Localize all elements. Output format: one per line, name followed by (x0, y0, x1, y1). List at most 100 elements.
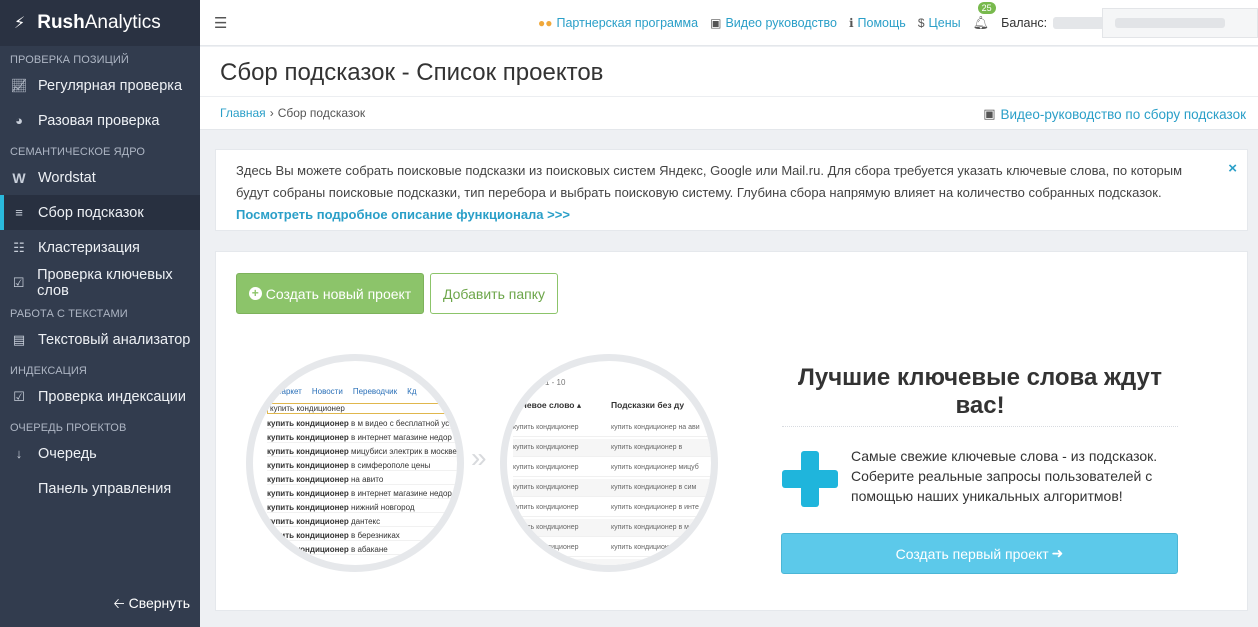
info-icon: ℹ (848, 16, 854, 30)
suggest-item: купить кондиционер нижний новгород (267, 503, 457, 513)
create-first-project-label: Создать первый проект (895, 545, 1049, 562)
table-cell: купить кондиционер в инте (611, 504, 699, 511)
result-table: 1 - 10 ючевое слово ▴ Подсказки без ду купи… (507, 361, 711, 565)
table-header: Подсказки без ду (611, 400, 685, 410)
suggest-prefix: купить кондиционер (267, 503, 349, 512)
brand-logo[interactable]: ⚡︎ Rush Analytics (0, 0, 200, 46)
table-cell: купить кондиционер мицуб (611, 464, 699, 471)
sidebar-section-title: СЕМАНТИЧЕСКОЕ ЯДРО (10, 146, 146, 158)
table-row: купить кондиционер купить кондиционер в (513, 559, 711, 571)
sidebar-item[interactable]: ↓ Очередь (0, 436, 200, 471)
arrow-left-icon: 🡠 (113, 595, 125, 611)
create-project-button[interactable]: + Создать новый проект (236, 273, 424, 314)
suggest-item: купить кондиционер в березниках (267, 531, 457, 541)
file-text-icon: ▤ (12, 331, 26, 347)
illustration-suggest-circle: ы Маркет Новости Переводчик Кд купить кондици… (246, 354, 464, 572)
table-cell: купить кондиционер в инте (611, 544, 699, 551)
notification-badge: 25 (977, 2, 996, 14)
sidebar-item[interactable]: 📈︎ Регулярная проверка (0, 68, 200, 103)
suggest-prefix: купить кондиционер (267, 545, 349, 554)
suggest-item: купить кондиционер мицубиси электрик в м… (267, 447, 457, 457)
balance-label: Баланс: (1001, 16, 1048, 30)
table-range: 1 - 10 (545, 378, 566, 387)
promo-text: Самые свежие ключевые слова - из подсказ… (851, 448, 1158, 504)
bell-icon[interactable]: 🔔︎ 25 (973, 2, 996, 31)
sidebar-nav: ПРОВЕРКА ПОЗИЦИЙ 📈︎ Регулярная проверка ◕ Ра… (0, 46, 200, 506)
suggest-item: купить кондиционер в абакане (267, 545, 457, 555)
search-tab: Новости (311, 387, 343, 396)
projects-panel: + Создать новый проект Добавить папку ыМ… (215, 251, 1248, 611)
sidebar-item[interactable]: ☑ Проверка индексации (0, 379, 200, 414)
help-link[interactable]: ℹ Помощь (849, 16, 906, 30)
sidebar-item[interactable]: ≡ Сбор подсказок (0, 195, 200, 230)
table-cell: купить кондиционер в сим (611, 484, 697, 491)
prices-label: Цены (928, 16, 961, 30)
info-text: Здесь Вы можете собрать поисковые подска… (236, 163, 1183, 200)
close-icon[interactable]: × (1228, 158, 1237, 180)
sidebar-item-label: Текстовый анализатор (38, 331, 191, 348)
prices-link[interactable]: $ Цены (918, 16, 961, 30)
plus-icon (782, 451, 838, 507)
collapse-button[interactable]: 🡠 Свернуть (0, 593, 190, 617)
suggest-list: ы Маркет Новости Переводчик Кд купить кондици… (253, 361, 457, 565)
video-guide-link[interactable]: ▣ Видео-руководство по сбору подсказок (983, 106, 1246, 122)
topbar: ☰ ●● Партнерская программа ▣ Видео руковод… (200, 0, 1258, 46)
suggest-prefix: купить кондиционер (267, 517, 349, 526)
search-tab: Переводчик (352, 387, 398, 396)
breadcrumb-current: Сбор подсказок (277, 106, 366, 120)
suggest-item: купить кондиционер в симферополе цены (267, 461, 457, 471)
illustration-table-circle: 1 - 10 ючевое слово ▴ Подсказки без ду купи… (500, 354, 718, 572)
table-cell: купить кондиционер (513, 424, 579, 431)
pie-chart-icon: ◕ (15, 113, 23, 128)
table-cell: купить кондиционер (513, 504, 579, 511)
top-links: ●● Партнерская программа ▣ Видео руководст… (538, 0, 1123, 46)
sidebar-item[interactable]: ☑ Проверка ключевых слов (0, 265, 200, 300)
info-alert: Здесь Вы можете собрать поисковые подска… (215, 149, 1248, 231)
sidebar-item-label: Проверка ключевых слов (37, 266, 173, 299)
table-header: ючевое слово ▴ (515, 400, 582, 410)
sidebar-item[interactable]: ▤ Текстовый анализатор (0, 322, 200, 357)
sort-numeric-icon: ↓ (15, 446, 23, 461)
table-row: купить кондиционер купить кондиционер в и… (513, 499, 711, 517)
sidebar-item[interactable]: Панель управления (0, 471, 200, 506)
sidebar-item-label: Сбор подсказок (38, 204, 144, 221)
info-details-link[interactable]: Посмотреть подробное описание функционал… (236, 207, 570, 222)
search-tab: Маркет (274, 387, 302, 396)
sidebar-item-label: Разовая проверка (38, 112, 160, 129)
table-cell: купить кондиционер в (611, 444, 683, 451)
partner-label: Партнерская программа (556, 16, 699, 30)
suggest-prefix: купить кондиционер (267, 447, 349, 456)
w-icon: W (12, 169, 26, 186)
partner-link[interactable]: ●● Партнерская программа (538, 16, 698, 30)
suggest-prefix: купить кондиционер (267, 531, 349, 540)
collapse-label: Свернуть (128, 595, 190, 611)
create-first-project-button[interactable]: Создать первый проект ➜ (781, 533, 1178, 574)
user-email-redacted (1115, 18, 1225, 28)
check-square-icon: ☑ (12, 274, 25, 290)
table-row: купить кондиционер купить кондиционер миц… (513, 459, 711, 477)
video-link[interactable]: ▣ Видео руководство (710, 16, 837, 30)
suggest-item: купить кондиционер в интернет магазине н… (267, 433, 457, 443)
line-chart-icon: 📈︎ (10, 77, 28, 93)
breadcrumb-home[interactable]: Главная (220, 106, 266, 120)
user-menu[interactable] (1102, 8, 1258, 38)
sidebar-item[interactable]: ☷ Кластеризация (0, 230, 200, 265)
table-cell: купить кондиционер (513, 544, 579, 551)
table-cell: купить кондиционер (513, 524, 579, 531)
sidebar-section-title: РАБОТА С ТЕКСТАМИ (10, 308, 128, 320)
users-icon: ●● (538, 16, 553, 30)
menu-icon[interactable]: ☰ (214, 14, 227, 32)
brand-light: Analytics (84, 12, 161, 33)
sidebar-item-label: Кластеризация (38, 239, 140, 256)
add-folder-button[interactable]: Добавить папку (430, 273, 558, 314)
sidebar-item[interactable]: W Wordstat (0, 160, 200, 195)
table-cell: купить кондиционер (513, 564, 579, 571)
arrow-right-icon: ➜ (1051, 545, 1064, 561)
table-row: купить кондиционер купить кондиционер в с… (513, 479, 711, 497)
sidebar-item-label: Проверка индексации (38, 388, 186, 405)
brand-bold: Rush (37, 12, 85, 33)
breadcrumb-separator: › (269, 106, 274, 120)
promo-title: Лучшие ключевые слова ждут вас! (798, 364, 1162, 419)
help-label: Помощь (857, 16, 906, 30)
sidebar-item[interactable]: ◕ Разовая проверка (0, 103, 200, 138)
